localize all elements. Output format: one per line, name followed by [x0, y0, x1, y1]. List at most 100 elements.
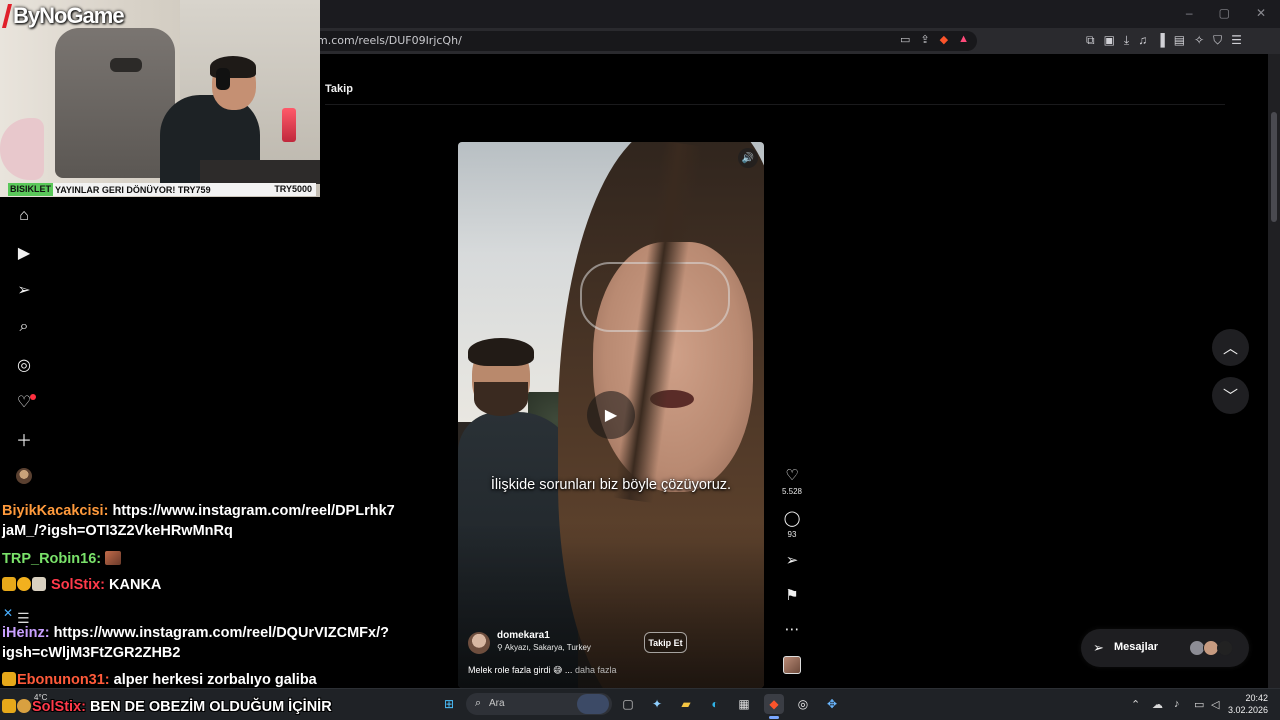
task-view-icon[interactable]: ▢	[618, 694, 638, 714]
scroll-thumb[interactable]	[1271, 112, 1277, 222]
author-username[interactable]: domekara1	[497, 630, 550, 641]
crown-badge-icon	[2, 577, 16, 591]
brand-logo-icon	[2, 4, 12, 28]
create-plus-icon[interactable]: ＋	[14, 429, 34, 450]
sword-badge-icon: ✕	[3, 606, 14, 620]
url-text[interactable]: m.com/reels/DUF09IrjcQh/	[317, 34, 462, 47]
tab-divider	[325, 104, 1225, 105]
tray-chevron-up-icon[interactable]: ⌃	[1131, 698, 1140, 711]
play-icon[interactable]: ▶	[587, 391, 635, 439]
webcam-gaming-chair	[55, 28, 175, 178]
author-location[interactable]: ⚲ Akyazı, Sakarya, Turkey	[497, 643, 591, 652]
tray-volume-icon[interactable]: ◁	[1211, 698, 1219, 711]
profile-avatar[interactable]	[16, 468, 32, 484]
messages-send-icon: ➢	[1093, 640, 1104, 655]
tray-cloud-off-icon[interactable]: ☁	[1152, 698, 1163, 711]
messages-button[interactable]: ➢ Mesajlar	[1081, 629, 1249, 667]
music-icon[interactable]: ♫	[1138, 33, 1147, 48]
download-icon[interactable]: ⤓	[1124, 33, 1129, 48]
clock-time: 20:42	[1245, 693, 1268, 703]
brave-rewards-icon[interactable]: ▲	[958, 33, 969, 46]
ticker-text: YAYINLAR GERI DÖNÜYOR! TRY759	[55, 184, 211, 195]
bookmark-icon[interactable]: ⚑	[782, 585, 802, 605]
more-options-icon[interactable]: ⋯	[782, 619, 802, 639]
like-heart-icon[interactable]: ♡	[782, 465, 802, 485]
cup-badge-icon	[32, 577, 46, 591]
video-bottom-gradient	[458, 522, 764, 688]
screenshot-icon[interactable]: ▣	[1104, 33, 1115, 48]
previous-reel-button[interactable]: ︿	[1212, 329, 1249, 366]
chat-message: BiyikKacakcisi: https://www.instagram.co…	[2, 503, 395, 519]
address-bar[interactable]: m.com/reels/DUF09IrjcQh/ ▭ ⇪ ◆ ▲	[305, 31, 977, 51]
video-man-beard	[474, 382, 528, 416]
ticker-tag: BISIKLET	[8, 183, 54, 196]
audio-thumbnail[interactable]	[783, 656, 801, 674]
network-app-icon[interactable]: ✥	[822, 694, 842, 714]
close-button[interactable]: ✕	[1256, 6, 1266, 20]
chat-message: Ebonunon31: alper herkesi zorbalıyo gali…	[2, 672, 317, 688]
chat-emote	[105, 551, 122, 565]
next-reel-button[interactable]: ﹀	[1212, 377, 1249, 414]
crown-badge-icon	[2, 699, 16, 713]
page-scrollbar[interactable]	[1268, 54, 1280, 688]
author-avatar[interactable]	[468, 632, 490, 654]
reels-icon[interactable]: ▶	[14, 243, 34, 263]
share-send-icon[interactable]: ➢	[782, 550, 802, 570]
warning-badge-icon	[17, 577, 31, 591]
location-pin-icon: ⚲	[497, 643, 503, 652]
wallet-icon[interactable]: ▤	[1174, 33, 1185, 48]
clock-date: 3.02.2026	[1227, 705, 1268, 715]
brave-icon[interactable]: ◆	[764, 694, 784, 714]
search-icon: ⌕	[475, 697, 482, 709]
chat-message: TRP_Robin16:	[2, 551, 122, 567]
ticker-right: TRY5000	[274, 184, 312, 194]
comment-count: 93	[787, 530, 797, 539]
direct-icon[interactable]: ➢	[14, 280, 34, 300]
store-icon[interactable]: ▦	[734, 694, 754, 714]
chat-message: SolStix: BEN DE OBEZİM OLDUĞUM İÇİNİR	[2, 699, 332, 715]
tray-microphone-icon[interactable]: ♪	[1174, 698, 1180, 710]
tray-display-icon[interactable]: ▭	[1194, 698, 1204, 711]
message-avatar	[1217, 640, 1233, 656]
notification-dot	[30, 394, 36, 400]
copilot-icon[interactable]: ✦	[647, 694, 667, 714]
minimize-button[interactable]: –	[1186, 6, 1193, 20]
reel-description[interactable]: Melek role fazla girdi 😅 ... daha fazla	[468, 665, 616, 676]
leo-icon[interactable]: ✧	[1194, 33, 1204, 48]
webcam-desk	[200, 160, 320, 184]
chat-message-continuation: igsh=cWljM3FtZGR2ZHB2	[2, 645, 181, 661]
steam-icon[interactable]: ◎	[793, 694, 813, 714]
window-controls: – ▢ ✕	[1186, 6, 1266, 20]
maximize-button[interactable]: ▢	[1219, 6, 1230, 20]
search-highlight-icon[interactable]	[577, 694, 609, 714]
vpn-icon[interactable]: ⛉	[1213, 33, 1222, 48]
cast-icon[interactable]: ▭	[900, 33, 910, 46]
start-windows-icon[interactable]: ⊞	[439, 694, 459, 714]
taskbar-clock[interactable]: 20:42 3.02.2026	[1226, 692, 1268, 716]
menu-icon[interactable]: ☰	[1231, 33, 1242, 48]
like-count: 5.528	[781, 487, 803, 496]
share-icon[interactable]: ⇪	[920, 33, 929, 46]
extensions-icon[interactable]: ⧉	[1086, 33, 1095, 48]
video-man-hair	[468, 338, 534, 366]
extension-icons: ⧉ ▣ ⤓ ♫ ▐ ▤ ✧ ⛉ ☰	[1086, 33, 1242, 48]
tab-following[interactable]: Takip	[325, 83, 353, 95]
stream-brand: ByNoGame	[13, 3, 125, 28]
search-icon[interactable]: ⌕	[14, 317, 34, 337]
sidebar-icon[interactable]: ▐	[1156, 33, 1165, 48]
chevron-down-icon: ﹀	[1222, 388, 1238, 405]
file-explorer-icon[interactable]: ▰	[676, 694, 696, 714]
follow-button[interactable]: Takip Et	[644, 632, 687, 653]
brave-shield-icon[interactable]: ◆	[940, 33, 948, 46]
stream-ticker: BISIKLET YAYINLAR GERI DÖNÜYOR! TRY759 T…	[8, 183, 316, 196]
edge-icon[interactable]: ◐	[705, 694, 725, 714]
taskbar-search-placeholder[interactable]: Ara	[489, 698, 505, 709]
explore-icon[interactable]: ◎	[14, 355, 34, 375]
comment-icon[interactable]: ◯	[782, 508, 802, 528]
more-link[interactable]: daha fazla	[575, 665, 617, 675]
crown-badge-icon	[2, 672, 16, 686]
volume-icon[interactable]: 🔊	[738, 148, 758, 168]
home-icon[interactable]: ⌂	[14, 206, 34, 226]
chevron-up-icon: ︿	[1222, 340, 1238, 357]
chat-message: iHeinz: https://www.instagram.com/reel/D…	[2, 625, 389, 641]
